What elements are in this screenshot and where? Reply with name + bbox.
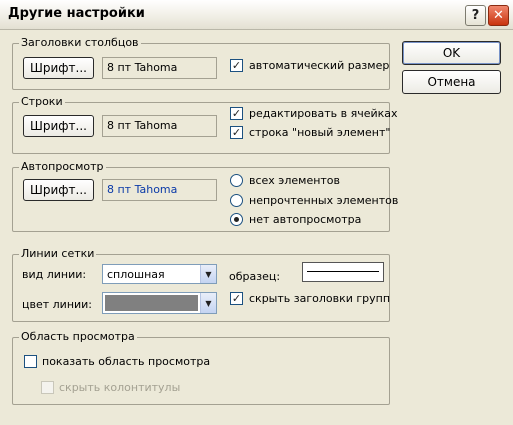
column-headers-font-value: 8 пт Tahoma [102,57,217,79]
hide-header-footer-checkbox [41,381,54,394]
autopreview-font-value: 8 пт Tahoma [102,179,217,201]
chevron-down-icon[interactable]: ▼ [200,293,216,313]
line-style-value: сплошная [107,267,165,281]
new-item-row-checkbox[interactable]: ✓ [230,126,243,139]
auto-size-checkbox[interactable]: ✓ [230,59,243,72]
rows-legend: Строки [19,95,65,108]
checkmark-icon: ✓ [231,59,242,72]
autopreview-all-label: всех элементов [249,174,341,187]
window-title: Другие настройки [8,6,145,21]
autopreview-none-radio[interactable] [230,213,243,226]
column-headers-legend: Заголовки столбцов [19,36,141,49]
close-icon[interactable]: ✕ [488,5,509,26]
line-color-swatch [105,295,198,311]
autopreview-legend: Автопросмотр [19,160,106,173]
line-style-dropdown[interactable]: сплошная ▼ [102,264,217,284]
line-sample-preview [302,262,384,282]
checkmark-icon: ✓ [231,107,242,120]
line-color-dropdown[interactable]: ▼ [102,292,217,314]
cancel-button[interactable]: Отмена [402,70,501,94]
edit-in-cells-checkbox[interactable]: ✓ [230,107,243,120]
radio-selected-dot [234,217,239,222]
reading-pane-group [12,337,390,405]
autopreview-unread-radio[interactable] [230,194,243,207]
new-item-row-label: строка "новый элемент" [249,126,391,139]
rows-font-value: 8 пт Tahoma [102,115,217,137]
hide-group-headers-checkbox[interactable]: ✓ [230,292,243,305]
sample-label: образец: [229,270,281,283]
autopreview-none-label: нет автопросмотра [249,213,362,226]
show-reading-pane-checkbox[interactable] [24,355,37,368]
help-icon[interactable]: ? [465,5,486,26]
reading-pane-legend: Область просмотра [19,330,137,343]
checkmark-icon: ✓ [231,292,242,305]
chevron-down-icon[interactable]: ▼ [200,265,216,283]
line-style-label: вид линии: [22,268,87,281]
ok-button[interactable]: OK [402,41,501,65]
hide-group-headers-label: скрыть заголовки групп [249,292,391,305]
autopreview-all-radio[interactable] [230,174,243,187]
checkmark-icon: ✓ [231,126,242,139]
line-color-label: цвет линии: [22,298,93,311]
hide-header-footer-label: скрыть колонтитулы [59,381,181,394]
rows-font-button[interactable]: Шрифт... [23,115,94,137]
edit-in-cells-label: редактировать в ячейках [249,107,398,120]
autopreview-font-button[interactable]: Шрифт... [23,179,94,201]
column-headers-font-button[interactable]: Шрифт... [23,57,94,79]
auto-size-label: автоматический размер [249,59,390,72]
autopreview-unread-label: непрочтенных элементов [249,194,399,207]
grid-lines-legend: Линии сетки [19,247,97,260]
show-reading-pane-label: показать область просмотра [42,355,211,368]
